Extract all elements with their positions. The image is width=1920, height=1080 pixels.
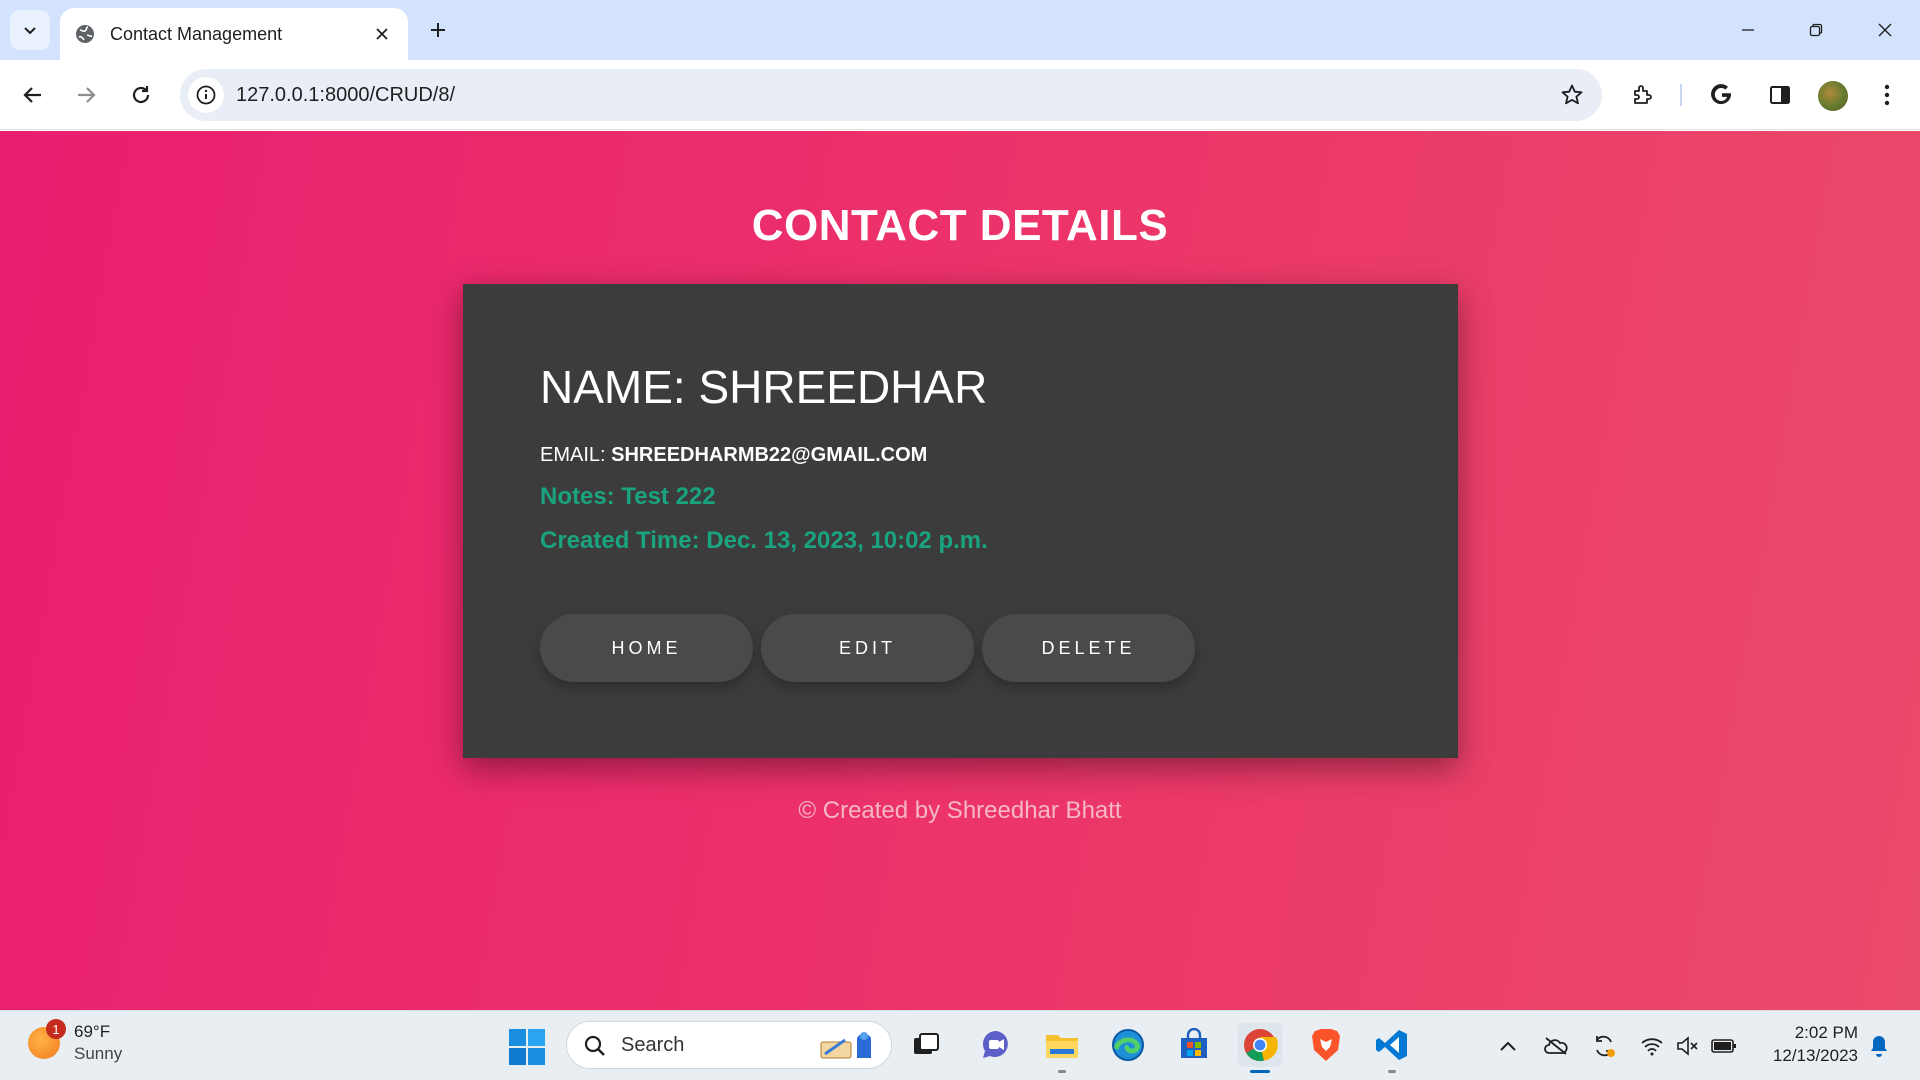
tab-title: Contact Management [110,23,283,44]
weather-condition: Sunny [74,1044,123,1063]
email-value: SHREEDHARMB22@GMAIL.COM [611,444,928,466]
taskbar-search[interactable]: Search [566,1021,892,1069]
browser-toolbar: 127.0.0.1:8000/CRUD/8/ [0,60,1920,130]
running-indicator [1058,1070,1066,1073]
tab-strip: Contact Management [0,0,1920,60]
reload-icon [132,86,150,104]
search-placeholder: Search [621,1034,685,1056]
restore-button[interactable] [1793,12,1839,48]
puzzle-icon [1634,85,1652,104]
edge-icon [1112,1029,1144,1061]
new-tab-button[interactable] [422,14,454,46]
sun-icon: 1 [28,1019,66,1059]
chevron-down-icon [24,27,36,35]
vscode-button[interactable] [1370,1023,1414,1073]
microsoft-store-button[interactable] [1172,1023,1216,1067]
arrow-right-icon [78,87,96,103]
back-button[interactable] [13,75,53,115]
volume-muted-icon[interactable] [1675,1033,1701,1059]
extensions-button[interactable] [1625,77,1661,113]
home-button[interactable]: HOME [540,614,753,682]
close-window-button[interactable] [1862,12,1908,48]
battery-charging-icon[interactable] [1711,1033,1737,1059]
arrow-left-icon [23,87,41,103]
file-explorer-button[interactable] [1040,1023,1084,1073]
contact-card: NAME: SHREEDHAR EMAIL: SHREEDHARMB22@GMA… [463,284,1458,758]
reload-button[interactable] [121,75,161,115]
minimize-icon [1742,29,1754,31]
restore-icon [1809,23,1823,37]
edit-button[interactable]: EDIT [761,614,974,682]
brave-lion-icon [1312,1029,1340,1061]
start-button[interactable] [508,1028,546,1066]
teams-chat-button[interactable] [974,1023,1018,1067]
vscode-icon [1376,1030,1407,1060]
site-info-button[interactable] [188,77,224,113]
active-indicator [1250,1070,1270,1073]
tab-search-button[interactable] [10,10,50,50]
google-button[interactable] [1704,77,1740,113]
store-icon [1181,1028,1207,1058]
search-highlight-icon [820,1032,871,1059]
chevron-up-icon [1500,1041,1516,1051]
task-view-icon [914,1033,939,1054]
url-text[interactable]: 127.0.0.1:8000/CRUD/8/ [236,84,455,107]
sync-icon[interactable] [1591,1033,1617,1059]
footer-credit: © Created by Shreedhar Bhatt [798,797,1122,824]
star-icon [1561,84,1583,105]
action-buttons: HOME EDIT DELETE [540,614,1195,682]
search-icon [584,1035,605,1056]
folder-icon [1046,1035,1078,1058]
toolbar-separator [1680,84,1682,106]
forward-button[interactable] [66,75,106,115]
page-title: CONTACT DETAILS [751,201,1169,250]
windows-logo-icon [509,1029,545,1065]
menu-button[interactable] [1869,77,1905,113]
kebab-menu-icon [1884,84,1890,106]
running-indicator [1388,1070,1396,1073]
profile-avatar[interactable] [1818,81,1848,111]
side-panel-button[interactable] [1762,77,1798,113]
contact-name: NAME: SHREEDHAR [540,361,988,413]
edge-button[interactable] [1106,1023,1150,1067]
info-icon [196,85,216,105]
close-icon [1878,23,1892,37]
plus-icon [431,23,445,37]
task-view-button[interactable] [904,1023,948,1067]
google-g-icon [1711,84,1731,105]
weather-widget[interactable]: 1 69°F Sunny [28,1019,123,1065]
clock-time: 2:02 PM [1794,1023,1858,1042]
delete-button[interactable]: DELETE [982,614,1195,682]
chat-icon [982,1030,1008,1058]
contact-email: EMAIL: SHREEDHARMB22@GMAIL.COM [540,444,927,467]
chrome-icon [1244,1029,1278,1062]
email-label: EMAIL: [540,444,606,466]
notification-badge: 1 [46,1019,66,1039]
system-clock[interactable]: 2:02 PM 12/13/2023 [1773,1021,1858,1067]
contact-created-time: Created Time: Dec. 13, 2023, 10:02 p.m. [540,527,988,554]
globe-icon [74,23,96,45]
show-hidden-icons-button[interactable] [1495,1033,1521,1059]
close-tab-icon[interactable] [370,22,394,46]
contact-notes: Notes: Test 222 [540,483,716,510]
address-bar[interactable]: 127.0.0.1:8000/CRUD/8/ [180,69,1602,121]
onedrive-icon[interactable] [1543,1033,1569,1059]
page-content: CONTACT DETAILS NAME: SHREEDHAR EMAIL: S… [0,131,1920,1010]
weather-temperature: 69°F [74,1022,111,1041]
bookmark-star-button[interactable] [1558,81,1586,109]
minimize-button[interactable] [1725,12,1771,48]
taskbar: 1 69°F Sunny Search 2:02 PM 12/13/2023 [0,1010,1920,1080]
clock-date: 12/13/2023 [1772,1046,1858,1065]
notification-bell-icon[interactable] [1866,1033,1892,1059]
side-panel-icon [1770,86,1790,104]
brave-button[interactable] [1304,1023,1348,1067]
wifi-icon[interactable] [1639,1033,1665,1059]
tab-contact-management[interactable]: Contact Management [60,8,408,60]
chrome-button[interactable] [1238,1023,1282,1073]
